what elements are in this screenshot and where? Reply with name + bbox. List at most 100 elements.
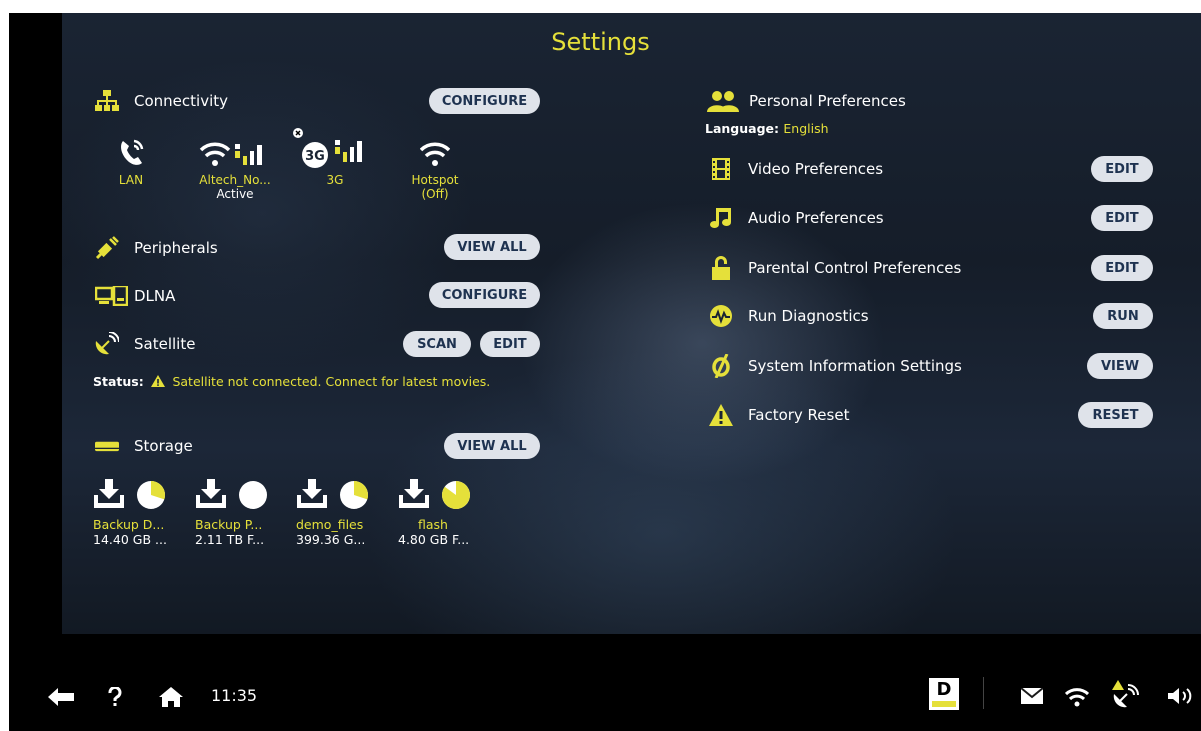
network-label: Hotspot	[411, 173, 459, 187]
storage-row: Storage	[95, 434, 193, 458]
storage-item[interactable]: Backup D... 14.40 GB ...	[93, 478, 193, 547]
dlna-configure-button[interactable]: CONFIGURE	[429, 282, 540, 308]
language-setting: Language: English	[705, 121, 829, 136]
download-tray-icon	[195, 478, 227, 512]
music-note-icon	[709, 206, 733, 230]
storage-size: 399.36 G...	[296, 532, 366, 547]
factory-reset-row: Factory Reset	[709, 403, 849, 427]
run-diagnostics-row: Run Diagnostics	[709, 304, 869, 328]
connectivity-label: Connectivity	[134, 92, 228, 110]
storage-size: 2.11 TB F...	[195, 532, 265, 547]
peripherals-row: Peripherals	[95, 236, 218, 260]
storage-name: demo_files	[296, 517, 364, 532]
video-preferences-edit-button[interactable]: EDIT	[1091, 156, 1153, 182]
network-hotspot[interactable]: Hotspot (Off)	[390, 133, 480, 201]
peripherals-view-all-button[interactable]: VIEW ALL	[444, 234, 540, 260]
film-icon	[709, 157, 733, 181]
satellite-warning-icon[interactable]	[1112, 680, 1142, 710]
3g-signal-icon: 3G	[290, 120, 380, 173]
video-preferences-row: Video Preferences	[709, 157, 883, 181]
satellite-edit-button[interactable]: EDIT	[480, 331, 540, 357]
phone-icon	[86, 133, 176, 173]
home-icon[interactable]	[158, 685, 184, 709]
satellite-label: Satellite	[134, 335, 196, 353]
storage-label: Storage	[134, 437, 193, 455]
brand-logo-text: D	[936, 679, 952, 700]
audio-preferences-label: Audio Preferences	[748, 209, 884, 227]
mail-icon[interactable]	[1020, 686, 1044, 706]
system-information-row: System Information Settings	[709, 354, 962, 378]
network-label: LAN	[118, 173, 144, 187]
status-text: Satellite not connected. Connect for lat…	[172, 374, 491, 389]
volume-icon[interactable]	[1168, 686, 1196, 706]
factory-reset-label: Factory Reset	[748, 406, 850, 424]
parental-control-label: Parental Control Preferences	[748, 259, 962, 277]
connectivity-configure-button[interactable]: CONFIGURE	[429, 88, 540, 114]
personal-preferences-label: Personal Preferences	[749, 92, 906, 110]
warning-icon	[148, 374, 168, 389]
usage-pie-icon	[340, 481, 368, 509]
language-label: Language:	[705, 121, 780, 136]
lock-icon	[709, 256, 733, 280]
network-label: Altech_No...	[199, 173, 271, 187]
parental-control-edit-button[interactable]: EDIT	[1091, 255, 1153, 281]
status-label: Status:	[93, 374, 144, 389]
download-tray-icon	[398, 478, 430, 512]
network-sub: Active	[216, 187, 254, 201]
run-diagnostics-label: Run Diagnostics	[748, 307, 869, 325]
wifi-icon	[390, 133, 480, 173]
usage-pie-icon	[239, 481, 267, 509]
dlna-devices-icon	[95, 284, 128, 308]
storage-item[interactable]: flash 4.80 GB F...	[398, 478, 498, 547]
audio-preferences-edit-button[interactable]: EDIT	[1091, 205, 1153, 231]
page-title: Settings	[551, 28, 650, 56]
system-info-icon	[709, 354, 733, 378]
network-icon	[95, 89, 119, 113]
hard-drive-icon	[95, 434, 119, 458]
warning-icon	[709, 403, 733, 427]
connectivity-row: Connectivity	[95, 89, 228, 113]
audio-preferences-row: Audio Preferences	[709, 206, 884, 230]
network-sub: (Off)	[421, 187, 449, 201]
satellite-status: Status: Satellite not connected. Connect…	[93, 374, 490, 389]
system-information-view-button[interactable]: VIEW	[1087, 353, 1153, 379]
pulse-icon	[709, 304, 733, 328]
storage-item[interactable]: demo_files 399.36 G...	[296, 478, 396, 547]
usage-pie-icon	[442, 481, 470, 509]
storage-view-all-button[interactable]: VIEW ALL	[444, 433, 540, 459]
wifi-locked-signal-icon	[190, 133, 280, 173]
download-tray-icon	[296, 478, 328, 512]
network-label: 3G	[326, 173, 344, 187]
network-3g[interactable]: 3G 3G	[290, 120, 380, 187]
factory-reset-button[interactable]: RESET	[1078, 402, 1153, 428]
parental-control-row: Parental Control Preferences	[709, 256, 961, 280]
divider	[983, 677, 984, 709]
language-value: English	[783, 121, 829, 136]
satellite-scan-button[interactable]: SCAN	[403, 331, 471, 357]
storage-item[interactable]: Backup P... 2.11 TB F...	[195, 478, 295, 547]
satellite-dish-icon	[95, 332, 119, 356]
storage-size: 4.80 GB F...	[398, 532, 470, 547]
system-information-label: System Information Settings	[748, 357, 962, 375]
storage-name: flash	[418, 517, 448, 532]
help-icon[interactable]	[107, 685, 123, 709]
personal-preferences-row: Personal Preferences	[707, 89, 906, 113]
usage-pie-icon	[137, 481, 165, 509]
download-tray-icon	[93, 478, 125, 512]
back-icon[interactable]	[48, 686, 74, 708]
clock: 11:35	[211, 686, 258, 705]
peripherals-label: Peripherals	[134, 239, 218, 257]
top-border	[0, 0, 1201, 13]
network-lan[interactable]: LAN	[86, 133, 176, 187]
usb-plug-icon	[95, 236, 119, 260]
brand-logo: D	[929, 678, 959, 710]
storage-name: Backup D...	[93, 517, 165, 532]
storage-size: 14.40 GB ...	[93, 532, 167, 547]
run-diagnostics-run-button[interactable]: RUN	[1093, 303, 1153, 329]
satellite-row: Satellite	[95, 332, 195, 356]
dlna-row: DLNA	[95, 284, 175, 308]
wifi-status-icon[interactable]	[1064, 684, 1090, 708]
network-wifi[interactable]: Altech_No... Active	[190, 133, 280, 201]
svg-text:3G: 3G	[305, 149, 325, 164]
storage-name: Backup P...	[195, 517, 263, 532]
